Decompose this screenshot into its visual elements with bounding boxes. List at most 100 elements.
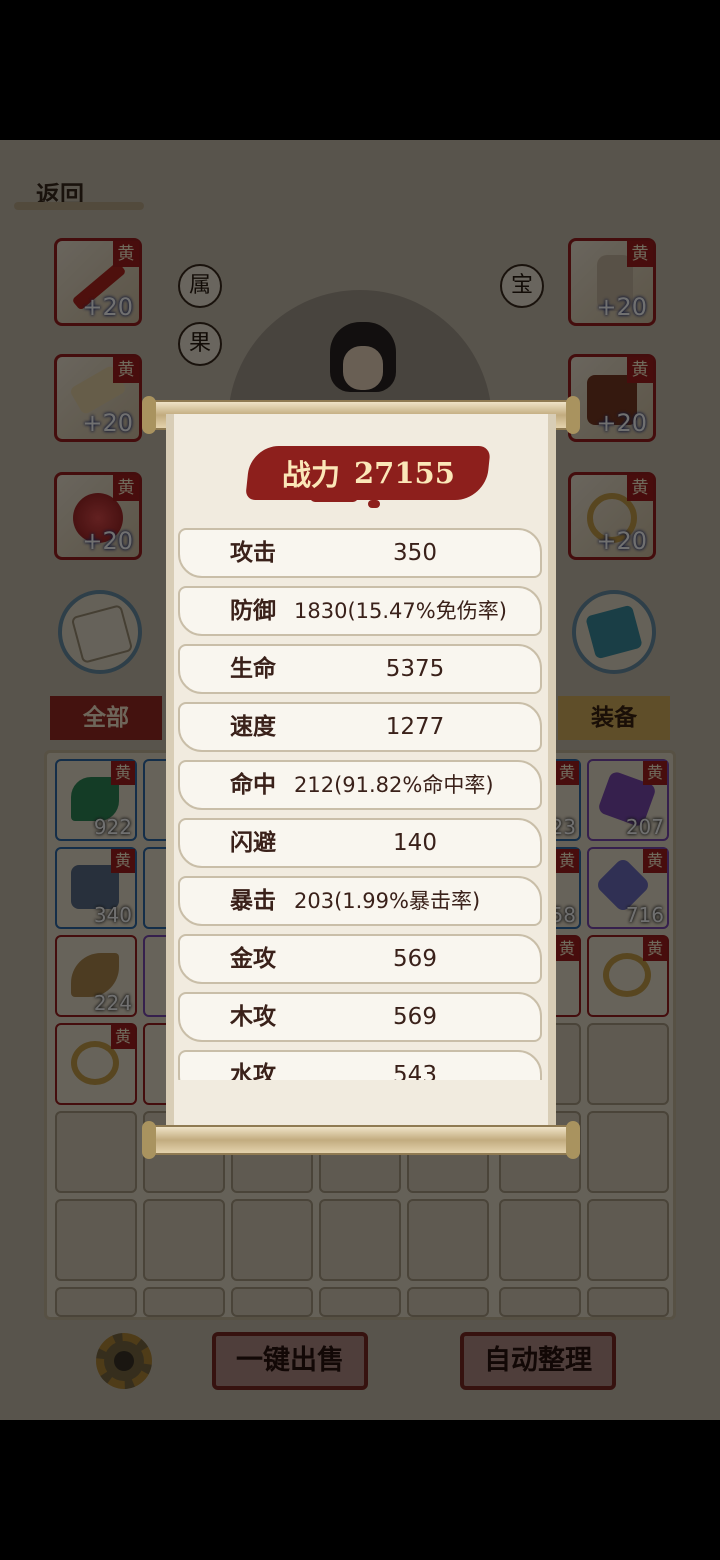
empty-slot[interactable] xyxy=(143,1199,225,1281)
equip-slot-weapon[interactable]: 黄 +20 xyxy=(54,238,142,326)
stat-row-water-attack: 水攻 543 xyxy=(178,1050,542,1080)
stat-value: 1277 xyxy=(385,714,445,740)
empty-slot[interactable] xyxy=(55,1287,137,1317)
empty-slot[interactable] xyxy=(587,1023,669,1105)
empty-slot[interactable] xyxy=(499,1287,581,1317)
stat-row-speed: 速度 1277 xyxy=(178,702,542,752)
stat-value: 203(1.99%暴击率) xyxy=(294,889,481,913)
fruit-button[interactable]: 果 xyxy=(178,322,222,366)
character-avatar[interactable] xyxy=(330,322,396,392)
stat-label: 防御 xyxy=(230,597,276,624)
equip-slot-ring[interactable]: 黄 +20 xyxy=(568,472,656,560)
tab-equip[interactable]: 装备 xyxy=(558,696,670,740)
quality-badge: 黄 xyxy=(111,761,135,785)
auto-sort-button[interactable]: 自动整理 xyxy=(460,1332,616,1390)
sell-all-button[interactable]: 一键出售 xyxy=(212,1332,368,1390)
stat-label: 攻击 xyxy=(230,539,276,566)
stat-label: 闪避 xyxy=(230,829,276,856)
treasure-button[interactable]: 宝 xyxy=(500,264,544,308)
empty-slot[interactable] xyxy=(231,1199,313,1281)
empty-slot[interactable] xyxy=(55,1111,137,1193)
stat-row-metal-attack: 金攻 569 xyxy=(178,934,542,984)
stat-value: 1830(15.47%免伤率) xyxy=(294,599,507,623)
item-count: 340 xyxy=(93,903,132,927)
stat-label: 金攻 xyxy=(230,945,276,972)
quality-badge: 黄 xyxy=(113,241,139,267)
enhance-level: +20 xyxy=(82,293,133,321)
inventory-item[interactable]: 黄 xyxy=(587,935,669,1017)
empty-slot[interactable] xyxy=(55,1199,137,1281)
quality-badge: 黄 xyxy=(627,241,653,267)
empty-slot[interactable] xyxy=(319,1199,401,1281)
quality-badge: 黄 xyxy=(111,1025,135,1049)
quality-badge: 黄 xyxy=(643,849,667,873)
attribute-button[interactable]: 属 xyxy=(178,264,222,308)
stat-label: 命中 xyxy=(230,771,276,798)
scroll-bottom-rod xyxy=(142,1121,580,1159)
crystal-gem-slot[interactable] xyxy=(572,590,656,674)
back-button[interactable]: 返回 xyxy=(14,170,144,214)
empty-slot[interactable] xyxy=(587,1199,669,1281)
stat-row-defense: 防御 1830(15.47%免伤率) xyxy=(178,586,542,636)
gear-icon[interactable] xyxy=(96,1333,152,1389)
quality-badge: 黄 xyxy=(555,849,579,873)
stat-value: 212(91.82%命中率) xyxy=(294,773,494,797)
empty-slot[interactable] xyxy=(587,1111,669,1193)
enhance-level: +20 xyxy=(596,409,647,437)
empty-slot[interactable] xyxy=(407,1199,489,1281)
combat-power-banner: 战力 27155 xyxy=(245,446,491,500)
equip-slot-orb[interactable]: 黄 +20 xyxy=(54,472,142,560)
blue-crystal-icon xyxy=(585,604,643,660)
ink-splash xyxy=(368,500,380,508)
enhance-level: +20 xyxy=(596,527,647,555)
back-label: 返回 xyxy=(36,179,84,209)
stat-row-wood-attack: 木攻 569 xyxy=(178,992,542,1042)
stats-list[interactable]: 攻击 350 防御 1830(15.47%免伤率) 生命 5375 速度 127… xyxy=(176,520,546,1080)
inventory-item[interactable]: 黄 340 xyxy=(55,847,137,929)
cloth-gem-slot[interactable] xyxy=(58,590,142,674)
stat-row-crit: 暴击 203(1.99%暴击率) xyxy=(178,876,542,926)
ink-splash xyxy=(310,492,358,502)
stat-value: 569 xyxy=(393,1004,437,1030)
item-count: 716 xyxy=(625,903,664,927)
stat-value: 569 xyxy=(393,946,437,972)
quality-badge: 黄 xyxy=(113,357,139,383)
empty-slot[interactable] xyxy=(231,1287,313,1317)
avatar-face xyxy=(343,346,383,390)
item-count: 224 xyxy=(93,991,132,1015)
inventory-item[interactable]: 黄 922 xyxy=(55,759,137,841)
power-label: 战力 xyxy=(281,458,340,492)
quality-badge: 黄 xyxy=(627,357,653,383)
stat-row-hp: 生命 5375 xyxy=(178,644,542,694)
quality-badge: 黄 xyxy=(555,937,579,961)
stat-label: 水攻 xyxy=(230,1061,276,1080)
quality-badge: 黄 xyxy=(113,475,139,501)
tab-all[interactable]: 全部 xyxy=(50,696,162,740)
stat-label: 暴击 xyxy=(230,887,276,914)
equip-slot-mount[interactable]: 黄 +20 xyxy=(568,354,656,442)
stat-value: 543 xyxy=(393,1062,437,1080)
quality-badge: 黄 xyxy=(111,849,135,873)
empty-slot[interactable] xyxy=(319,1287,401,1317)
quality-badge: 黄 xyxy=(643,761,667,785)
empty-slot[interactable] xyxy=(407,1287,489,1317)
enhance-level: +20 xyxy=(82,409,133,437)
stat-label: 速度 xyxy=(230,713,276,740)
stat-label: 木攻 xyxy=(230,1003,276,1030)
item-count: 922 xyxy=(93,815,132,839)
inventory-item[interactable]: 224 xyxy=(55,935,137,1017)
enhance-level: +20 xyxy=(596,293,647,321)
empty-slot[interactable] xyxy=(587,1287,669,1317)
stat-row-hit: 命中 212(91.82%命中率) xyxy=(178,760,542,810)
cloth-icon xyxy=(70,604,134,664)
inventory-item[interactable]: 黄 716 xyxy=(587,847,669,929)
enhance-level: +20 xyxy=(82,527,133,555)
equip-slot-armor[interactable]: 黄 +20 xyxy=(568,238,656,326)
inventory-item[interactable]: 黄 xyxy=(55,1023,137,1105)
empty-slot[interactable] xyxy=(499,1199,581,1281)
equip-slot-scroll[interactable]: 黄 +20 xyxy=(54,354,142,442)
inventory-item[interactable]: 黄 207 xyxy=(587,759,669,841)
stat-row-attack: 攻击 350 xyxy=(178,528,542,578)
empty-slot[interactable] xyxy=(143,1287,225,1317)
stat-value: 140 xyxy=(393,830,437,856)
